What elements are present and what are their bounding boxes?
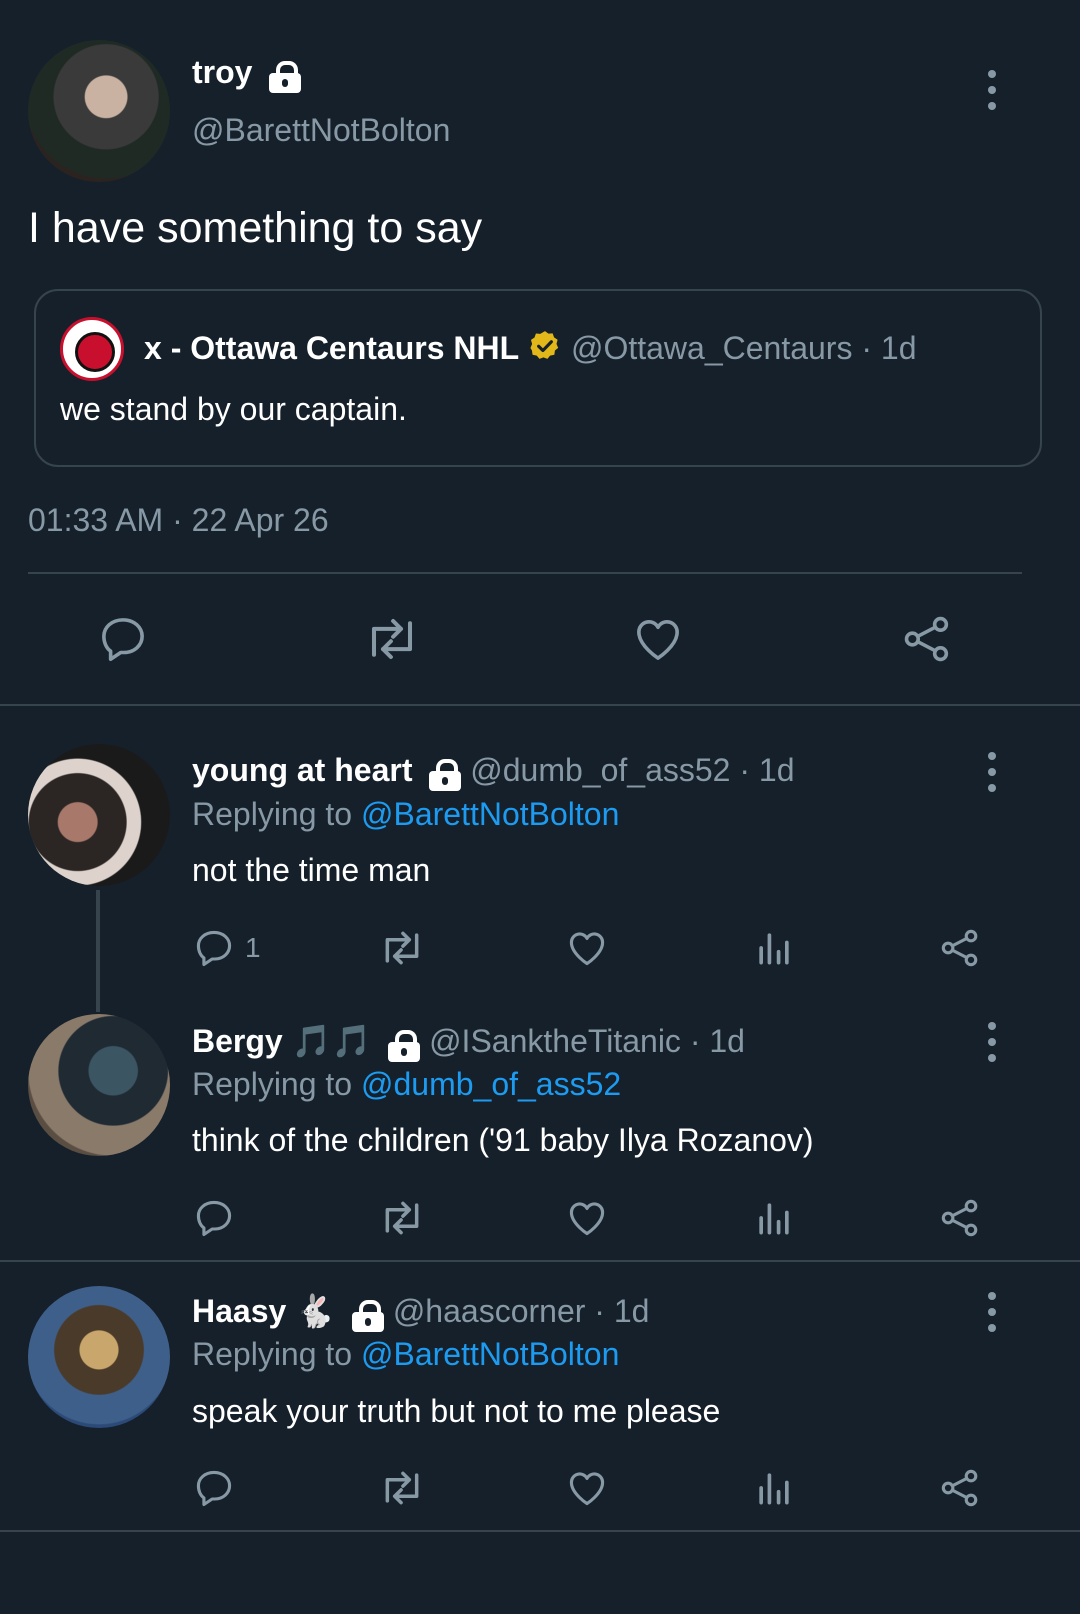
thread-line bbox=[96, 890, 100, 1012]
reply-author-row: young at heart @dumb_of_ass52 · 1d bbox=[192, 752, 795, 791]
display-name[interactable]: young at heart bbox=[192, 752, 412, 788]
retweet-icon[interactable] bbox=[376, 1466, 428, 1510]
replying-label: Replying to bbox=[192, 796, 353, 832]
reply-count: 1 bbox=[245, 932, 261, 963]
like-icon[interactable] bbox=[564, 1466, 610, 1510]
retweet-icon[interactable] bbox=[360, 612, 424, 666]
music-notes-emoji: 🎵🎵 bbox=[291, 1023, 372, 1059]
replying-to: Replying to @dumb_of_ass52 bbox=[192, 1066, 621, 1103]
analytics-icon[interactable] bbox=[752, 1196, 796, 1240]
share-icon[interactable] bbox=[938, 1196, 982, 1240]
reply-icon[interactable] bbox=[192, 1466, 236, 1510]
replying-to: Replying to @BarettNotBolton bbox=[192, 1336, 619, 1373]
quoted-time: · 1d bbox=[861, 330, 917, 366]
display-name[interactable]: Bergy bbox=[192, 1023, 283, 1059]
quoted-handle[interactable]: @Ottawa_Centaurs bbox=[571, 330, 853, 366]
reply-time: · 1d bbox=[689, 1023, 745, 1059]
lock-icon bbox=[269, 60, 302, 93]
quoted-tweet-card[interactable]: x - Ottawa Centaurs NHL @Ottawa_Centaurs… bbox=[34, 289, 1042, 467]
author-handle[interactable]: @ISanktheTitanic bbox=[429, 1023, 681, 1059]
reply-text: think of the children ('91 baby Ilya Roz… bbox=[192, 1122, 814, 1158]
analytics-icon[interactable] bbox=[752, 926, 796, 970]
section-divider bbox=[0, 704, 1080, 706]
reply-time: · 1d bbox=[594, 1293, 650, 1329]
tweet-timestamp[interactable]: 01:33 AM · 22 Apr 26 bbox=[28, 502, 329, 539]
avatar[interactable] bbox=[28, 40, 170, 182]
replying-to: Replying to @BarettNotBolton bbox=[192, 796, 619, 833]
avatar[interactable] bbox=[28, 744, 170, 886]
replying-label: Replying to bbox=[192, 1066, 353, 1102]
reply-icon[interactable] bbox=[96, 612, 150, 666]
replying-to-link[interactable]: @BarettNotBolton bbox=[361, 1336, 619, 1372]
lock-icon bbox=[429, 758, 462, 791]
more-options-icon[interactable] bbox=[987, 70, 997, 118]
display-name[interactable]: Haasy bbox=[192, 1293, 286, 1329]
avatar[interactable] bbox=[28, 1286, 170, 1428]
replying-to-link[interactable]: @dumb_of_ass52 bbox=[361, 1066, 621, 1102]
avatar[interactable] bbox=[28, 1014, 170, 1156]
share-icon[interactable] bbox=[938, 1466, 982, 1510]
reply-text: not the time man bbox=[192, 852, 431, 888]
reply-icon[interactable] bbox=[192, 926, 236, 970]
like-icon[interactable] bbox=[564, 1196, 610, 1240]
replying-label: Replying to bbox=[192, 1336, 353, 1372]
author-handle[interactable]: @haascorner bbox=[393, 1293, 586, 1329]
reply-author-row: Bergy 🎵🎵 @ISanktheTitanic · 1d bbox=[192, 1022, 745, 1062]
analytics-icon[interactable] bbox=[752, 1466, 796, 1510]
quoted-display-name[interactable]: x - Ottawa Centaurs NHL bbox=[144, 330, 519, 366]
like-icon[interactable] bbox=[564, 926, 610, 970]
reply-time: · 1d bbox=[739, 752, 795, 788]
more-options-icon[interactable] bbox=[987, 1292, 997, 1340]
like-icon[interactable] bbox=[630, 612, 686, 666]
author-name-row: troy bbox=[192, 54, 302, 93]
more-options-icon[interactable] bbox=[987, 1022, 997, 1070]
replying-to-link[interactable]: @BarettNotBolton bbox=[361, 796, 619, 832]
quoted-avatar bbox=[60, 317, 124, 381]
retweet-icon[interactable] bbox=[376, 1196, 428, 1240]
section-divider bbox=[0, 1530, 1080, 1532]
author-handle[interactable]: @dumb_of_ass52 bbox=[470, 752, 730, 788]
rabbit-emoji: 🐇 bbox=[295, 1293, 336, 1329]
tweet-text: I have something to say bbox=[28, 204, 483, 252]
share-icon[interactable] bbox=[900, 612, 954, 666]
reply-author-row: Haasy 🐇 @haascorner · 1d bbox=[192, 1292, 650, 1332]
section-divider bbox=[0, 1260, 1080, 1262]
verified-badge-icon bbox=[528, 329, 562, 371]
quoted-author-row: x - Ottawa Centaurs NHL @Ottawa_Centaurs… bbox=[144, 329, 916, 371]
display-name[interactable]: troy bbox=[192, 54, 252, 90]
lock-icon bbox=[351, 1299, 384, 1332]
divider bbox=[28, 572, 1022, 574]
more-options-icon[interactable] bbox=[987, 752, 997, 800]
author-handle[interactable]: @BarettNotBolton bbox=[192, 112, 450, 149]
reply-icon[interactable] bbox=[192, 1196, 236, 1240]
reply-text: speak your truth but not to me please bbox=[192, 1393, 721, 1429]
share-icon[interactable] bbox=[938, 926, 982, 970]
lock-icon bbox=[388, 1029, 421, 1062]
retweet-icon[interactable] bbox=[376, 926, 428, 970]
quoted-text: we stand by our captain. bbox=[60, 391, 407, 427]
